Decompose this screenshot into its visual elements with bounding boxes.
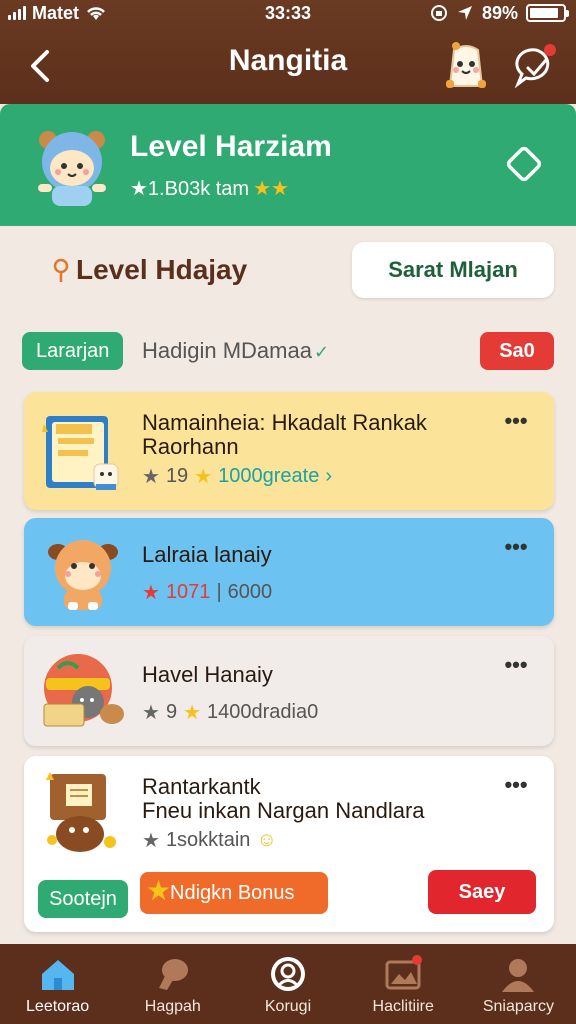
level-banner: Level Harziam ★1.B03k tam ★★ <box>0 104 576 226</box>
card-title: Rantarkantk <box>142 774 261 799</box>
page-title: Nangitia <box>228 44 348 77</box>
battery-percent: 89% <box>481 2 518 23</box>
level-subtitle: ★1.B03k tam ★★ <box>130 176 289 201</box>
card-meta: ★ 19 ★ 1000greate › <box>142 464 332 489</box>
section-title: Level Hdajay <box>52 254 247 286</box>
tab-label: Sniaparcy <box>482 998 554 1015</box>
battery-level <box>530 8 559 18</box>
filter-badge[interactable]: Sa0 <box>480 332 554 370</box>
card-subtitle: Fneu inkan Nargan Nandlara <box>142 798 425 823</box>
card-meta: ★ 1071 | 6000 <box>142 580 272 605</box>
card-subtitle: Raorhann <box>142 434 239 459</box>
list-item[interactable]: Namainheia: Hkadalt Rankak Raorhann ★ 19… <box>24 392 554 510</box>
start-button[interactable]: Sarat Mlajan <box>352 242 554 298</box>
gift-box-icon <box>46 772 116 852</box>
primary-action-button[interactable]: Saey <box>428 870 536 914</box>
main-content: Level Harziam ★1.B03k tam ★★ Level Hdaja… <box>0 104 576 944</box>
top-bar: Matet 33:33 89% Nangitia <box>0 0 576 110</box>
star-icon: ★ <box>142 702 160 724</box>
smile-coin-icon: ☺ <box>256 829 277 851</box>
separator: | <box>216 581 222 603</box>
card-rating: 19 <box>165 465 189 487</box>
filter-row: Lararjan Hadigin MDamaa ✓ Sa0 <box>22 332 554 370</box>
card-extra: 6000 <box>227 581 273 603</box>
tab-label: Hagpah <box>144 998 201 1015</box>
secondary-action-button[interactable]: Sootejn <box>38 880 128 918</box>
filter-chip[interactable]: Lararjan <box>22 332 124 370</box>
star-icon: ★ <box>183 702 201 724</box>
chat-edit-icon <box>514 44 556 89</box>
card-rating: 1071 <box>165 581 211 603</box>
bonus-button-label: Ndigkn Bonus <box>170 881 295 904</box>
tab-label: Korugi <box>264 998 312 1015</box>
filter-text: Hadigin MDamaa ✓ <box>142 338 329 364</box>
avatar <box>38 131 106 206</box>
list-item[interactable]: Havel Hanaiy ★ 9 ★ 1400dradia0 ••• <box>24 636 554 746</box>
tab-label: Haclitiire <box>372 998 434 1015</box>
star-icon: ★ <box>194 466 213 488</box>
card-extra: 1400dradia0 <box>207 701 319 723</box>
star-icon: ★ <box>142 830 160 852</box>
star-icon: ★ <box>142 582 160 604</box>
filter-text-label: Hadigin MDamaa <box>142 338 312 363</box>
section-title-text: Level Hdajay <box>76 254 248 285</box>
tab-haclitiire[interactable]: Haclitiire <box>346 944 461 1024</box>
animal-icon <box>48 540 118 610</box>
home-icon <box>41 960 74 990</box>
battery-icon <box>526 4 569 22</box>
card-meta: ★ 9 ★ 1400dradia0 <box>142 700 318 725</box>
book-icon <box>42 416 119 490</box>
more-button[interactable]: ••• <box>500 536 532 560</box>
more-button[interactable]: ••• <box>500 654 532 678</box>
more-button[interactable]: ••• <box>500 410 532 434</box>
card-actions: Sootejn ★ Ndigkn Bonus Saey <box>38 870 538 918</box>
banner-edit-button[interactable] <box>502 142 546 186</box>
location-icon <box>457 6 472 20</box>
list-item[interactable]: Lalraia lanaiy ★ 1071 | 6000 ••• <box>24 518 554 626</box>
tab-sniaparcy[interactable]: Sniaparcy <box>461 944 576 1024</box>
card-title: Lalraia lanaiy <box>142 542 272 567</box>
tab-korugi[interactable]: Korugi <box>230 944 345 1024</box>
tab-label: Leetorao <box>26 998 90 1015</box>
star-icon: ★ <box>146 875 172 906</box>
star-icon: ★ <box>142 466 160 488</box>
hand-icon <box>158 959 188 990</box>
pin-icon <box>53 258 69 282</box>
more-button[interactable]: ••• <box>500 774 532 798</box>
card-title: Namainheia: Hkadalt Rankak <box>142 410 427 435</box>
card-meta: ★ 1sokktain ☺ <box>142 828 277 853</box>
bonus-button[interactable]: ★ Ndigkn Bonus <box>140 872 328 914</box>
profile-icon <box>271 957 305 991</box>
tab-home[interactable]: Leetorao <box>0 944 115 1024</box>
level-title: Level Harziam <box>130 130 332 163</box>
orientation-lock-icon <box>430 5 447 21</box>
diamond-edit-icon <box>506 146 542 182</box>
check-icon: ✓ <box>313 342 330 362</box>
card-rating: 1sokktain <box>165 829 251 851</box>
chevron-right-icon: › <box>325 465 332 487</box>
card-extra: 1000greate <box>218 465 320 487</box>
tab-hagpah[interactable]: Hagpah <box>115 944 230 1024</box>
chat-button[interactable] <box>512 42 560 90</box>
tab-bar: Leetorao Hagpah Korugi Haclitiire Sniapa… <box>0 944 576 1024</box>
person-icon <box>502 959 535 992</box>
card-rating: 9 <box>165 701 178 723</box>
level-subtitle-text: ★1.B03k tam <box>130 178 250 200</box>
food-basket-icon <box>43 654 124 727</box>
image-icon <box>385 955 423 990</box>
star-icon: ★★ <box>253 178 289 200</box>
status-right: 89% <box>430 2 569 24</box>
card-title: Havel Hanaiy <box>142 662 273 687</box>
mascot-icon <box>446 42 486 88</box>
status-bar: Matet 33:33 89% <box>0 0 576 26</box>
